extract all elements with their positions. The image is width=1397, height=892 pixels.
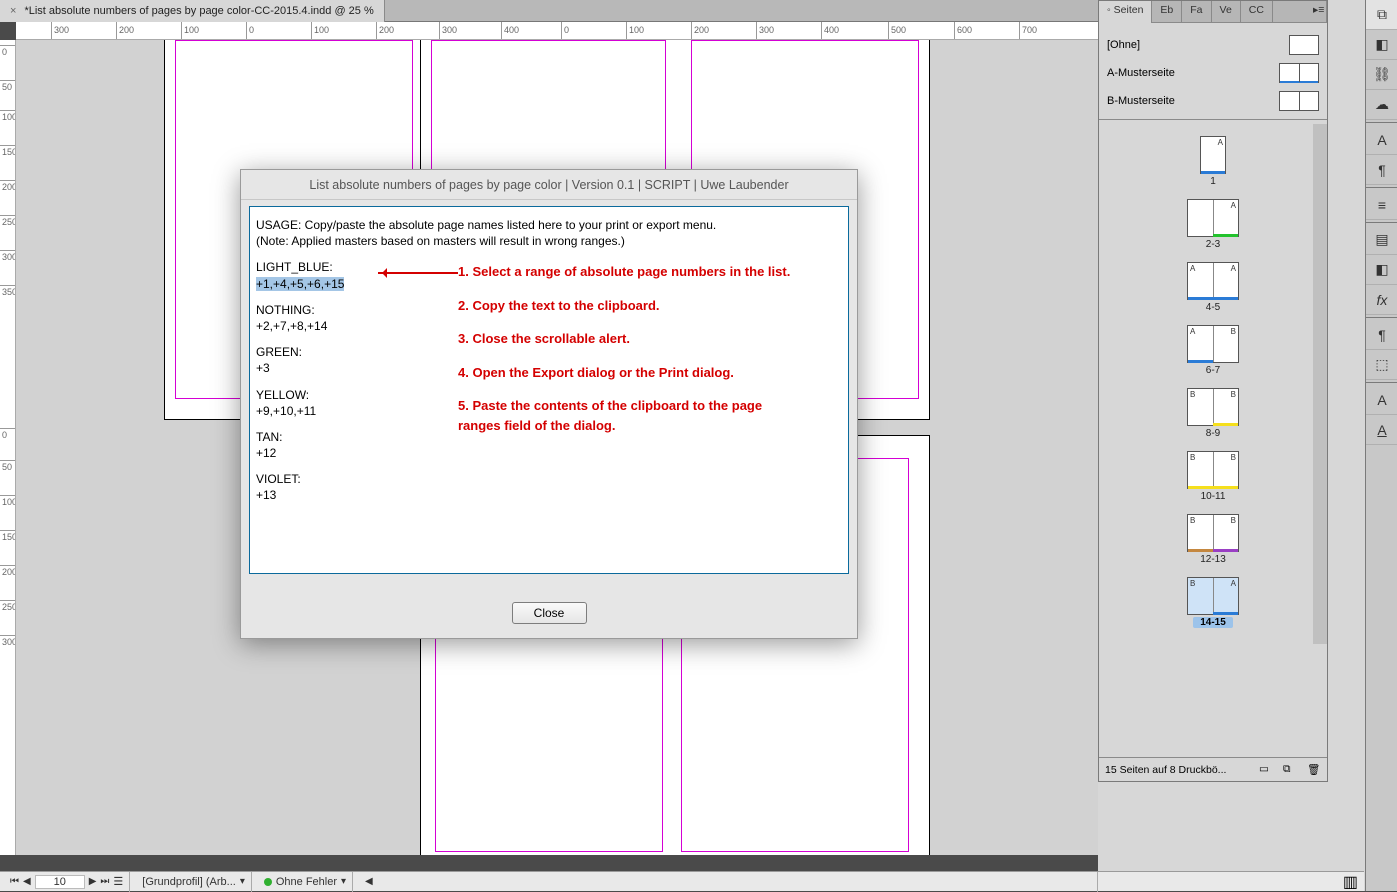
page-number-label: 14-15 [1193, 617, 1233, 628]
close-icon[interactable]: × [10, 5, 16, 17]
panel-footer: 15 Seiten auf 8 Druckbö... ▭ ⧉ 🗑 [1099, 757, 1327, 781]
status-ok-icon [264, 878, 272, 886]
prev-page-icon[interactable]: ◀ [23, 876, 31, 887]
anno-step: 1. Select a range of absolute page numbe… [458, 262, 798, 282]
panel-tab[interactable]: ◦ Seiten [1099, 1, 1152, 23]
master-name: A-Musterseite [1107, 67, 1175, 79]
master-name: B-Musterseite [1107, 95, 1175, 107]
effects-icon[interactable]: fx [1366, 285, 1397, 315]
panel-tab[interactable]: Eb [1152, 1, 1182, 23]
cc-libraries-icon[interactable]: ☁ [1366, 90, 1397, 120]
object-styles-icon[interactable]: ⬚ [1366, 350, 1397, 380]
master-thumbnail[interactable] [1279, 63, 1319, 83]
panel-divider[interactable] [1099, 119, 1327, 120]
page-thumbnail[interactable]: A [1187, 199, 1239, 237]
profile-name: [Grundprofil] (Arb... [142, 876, 236, 888]
document-status-bar: ⏮ ◀ 10 ▶ ⏭ ☰ [Grundprofil] (Arb... ▾ Ohn… [0, 871, 1098, 891]
master-name: [Ohne] [1107, 39, 1140, 51]
page-number-label: 10-11 [1183, 491, 1243, 502]
open-icon[interactable]: ☰ [113, 875, 123, 888]
preflight-errors-text: Ohne Fehler [276, 876, 337, 888]
page-thumbnail[interactable]: BB [1187, 514, 1239, 552]
page-thumbnail[interactable]: BB [1187, 388, 1239, 426]
swatches-icon[interactable]: ◧ [1366, 255, 1397, 285]
master-thumbnail[interactable] [1279, 91, 1319, 111]
collapsed-panel-dock: ⧉ ◧ ⛓ ☁ A ¶ ≡ ▤ ◧ fx ¶ ⬚ A A [1365, 0, 1397, 891]
page-thumbnail[interactable]: BB [1187, 451, 1239, 489]
page-number-label: 12-13 [1183, 554, 1243, 565]
glyphs-icon[interactable]: A [1366, 415, 1397, 445]
close-button[interactable]: Close [512, 602, 587, 624]
master-page-row[interactable]: B-Musterseite [1107, 87, 1319, 115]
anno-step: 4. Open the Export dialog or the Print d… [458, 363, 798, 383]
view-mode-switcher[interactable]: ▥ [1098, 871, 1364, 891]
document-tab[interactable]: × *List absolute numbers of pages by pag… [0, 0, 385, 22]
page-number-label: 6-7 [1183, 365, 1243, 376]
annotation-text: 1. Select a range of absolute page numbe… [458, 262, 798, 449]
master-pages-list: [Ohne] A-Musterseite B-Musterseite [1099, 23, 1327, 115]
preflight-profile[interactable]: [Grundprofil] (Arb... ▾ [136, 872, 252, 892]
next-page-icon[interactable]: ▶ [89, 876, 97, 887]
master-page-row[interactable]: [Ohne] [1107, 31, 1319, 59]
panel-tab[interactable]: Fa [1182, 1, 1211, 23]
panel-tabs: ◦ SeitenEbFaVeCC ▸≡ [1099, 1, 1327, 23]
pages-status-text: 15 Seiten auf 8 Druckbö... [1105, 764, 1249, 776]
page-thumbnail[interactable]: A [1200, 136, 1226, 174]
master-thumbnail[interactable] [1289, 35, 1319, 55]
page-nav[interactable]: ⏮ ◀ 10 ▶ ⏭ ☰ [4, 872, 130, 892]
page-number-label: 2-3 [1183, 239, 1243, 250]
page-number-label: 8-9 [1183, 428, 1243, 439]
document-tab-title: *List absolute numbers of pages by page … [24, 5, 373, 17]
page-number-label: 1 [1183, 176, 1243, 187]
preflight-status[interactable]: Ohne Fehler ▾ [258, 872, 353, 892]
first-page-icon[interactable]: ⏮ [10, 876, 19, 887]
panel-menu-icon[interactable]: ▸≡ [1305, 1, 1327, 23]
paragraph-styles-icon[interactable]: ¶ [1366, 320, 1397, 350]
layers-icon[interactable]: ◧ [1366, 30, 1397, 60]
links-icon[interactable]: ⛓ [1366, 60, 1397, 90]
master-page-row[interactable]: A-Musterseite [1107, 59, 1319, 87]
pages-icon[interactable]: ⧉ [1366, 0, 1397, 30]
page-thumbnail[interactable]: BA [1187, 577, 1239, 615]
vertical-ruler[interactable]: 050100150200250300350050100150200250300 [0, 40, 16, 855]
page-thumbnail[interactable]: AA [1187, 262, 1239, 300]
anno-step: 2. Copy the text to the clipboard. [458, 296, 798, 316]
last-page-icon[interactable]: ⏭ [100, 876, 109, 887]
character-icon[interactable]: A [1366, 125, 1397, 155]
anno-step: 3. Close the scrollable alert. [458, 329, 798, 349]
page-number-label: 4-5 [1183, 302, 1243, 313]
new-page-icon[interactable]: ⧉ [1283, 763, 1297, 777]
document-tab-strip: × *List absolute numbers of pages by pag… [0, 0, 1098, 22]
edit-page-size-icon[interactable]: ▭ [1259, 763, 1273, 777]
panel-tab[interactable]: Ve [1212, 1, 1241, 23]
char-styles-icon[interactable]: A [1366, 385, 1397, 415]
stroke-icon[interactable]: ≡ [1366, 190, 1397, 220]
anno-step: 5. Paste the contents of the clipboard t… [458, 396, 798, 435]
story-icon[interactable]: ▤ [1366, 225, 1397, 255]
scrollbar-horizontal[interactable]: ◀ [359, 872, 1098, 892]
dialog-title: List absolute numbers of pages by page c… [241, 170, 857, 200]
panel-tab[interactable]: CC [1241, 1, 1273, 23]
trash-icon[interactable]: 🗑 [1307, 763, 1321, 777]
pages-panel: ◦ SeitenEbFaVeCC ▸≡ [Ohne] A-Musterseite B-… [1098, 0, 1328, 782]
horizontal-ruler[interactable]: 3002001000100200300400010020030040050060… [16, 22, 1098, 40]
page-number-field[interactable]: 10 [35, 875, 85, 889]
scrollbar[interactable] [1313, 124, 1327, 644]
page-thumbnail[interactable]: AB [1187, 325, 1239, 363]
paragraph-icon[interactable]: ¶ [1366, 155, 1397, 185]
annotation-arrow [378, 272, 458, 274]
page-thumbnails[interactable]: A 1 A 2-3 AA 4-5 AB 6-7 BB 8-9 BB 10-11 BB 12-13 BA 14-… [1099, 124, 1327, 644]
